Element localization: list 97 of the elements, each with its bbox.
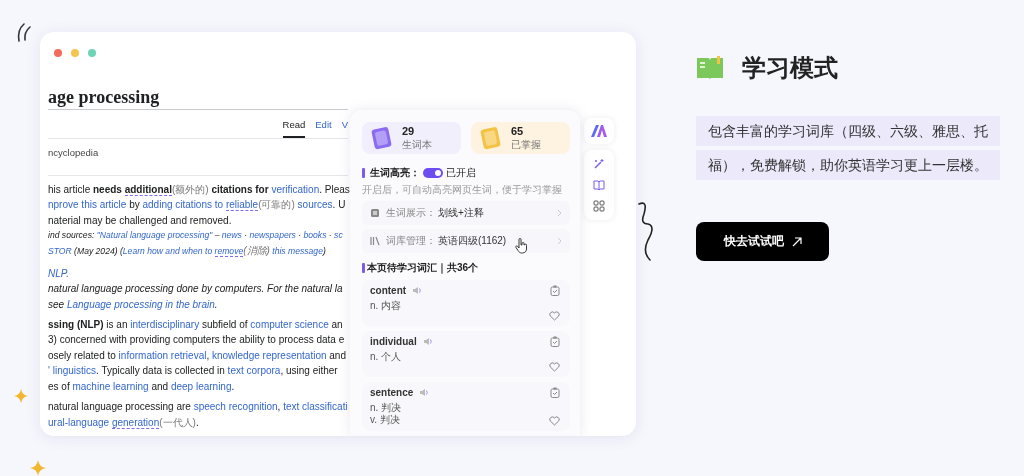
article-tab[interactable]: Edit (315, 117, 332, 139)
stat-label: 已掌握 (511, 137, 541, 152)
article-link[interactable]: knowledge representation (212, 349, 327, 361)
article-link[interactable]: books (303, 230, 327, 241)
clipboard-check-icon (549, 336, 560, 347)
article-link[interactable]: deep learning (170, 380, 232, 392)
section-marker (362, 263, 365, 273)
setting-value: 英语四级(1162) (438, 234, 507, 248)
toggle-switch[interactable] (423, 168, 443, 178)
article-line: ural-language generation(一代人). (48, 415, 200, 430)
section-title: 本页待学习词汇｜共36个 (367, 261, 479, 275)
article-line: ' linguistics. Typically data is collected in text corpora, using either (48, 364, 339, 379)
window-dot (71, 49, 79, 57)
stat-count: 65 (511, 124, 525, 138)
word-definition: n. 判决 (370, 402, 403, 414)
article-link[interactable]: machine learning (72, 380, 149, 392)
clipboard-check-icon (549, 387, 560, 398)
sparkle-icon (14, 389, 28, 403)
article-line: es of machine learning and deep learning. (48, 379, 236, 394)
chevron-icon (557, 237, 562, 245)
article-link[interactable]: STOR (48, 246, 72, 257)
article-line: see Language processing in the brain. (48, 297, 219, 312)
article-link[interactable]: generation (111, 416, 160, 429)
hand-cursor-icon (515, 238, 529, 254)
article-link[interactable]: nprove this article (48, 199, 127, 211)
setting-row[interactable]: 词库管理： 英语四级(1162) (362, 229, 570, 253)
heart-icon (549, 416, 560, 426)
article-link[interactable]: adding citations to (142, 199, 226, 211)
logo-icon (591, 125, 607, 137)
article-link[interactable]: sc (334, 230, 343, 241)
article-line: naterial may be challenged and removed. (48, 213, 233, 228)
article-line: osely related to information retrieval, knowledge representation and (48, 348, 347, 363)
section-marker (362, 168, 365, 178)
stat-card[interactable]: 65 已掌握 (471, 122, 570, 154)
swirl-icon (16, 22, 32, 42)
article-tab[interactable]: Read (282, 117, 306, 139)
setting-value: 划线+注释 (438, 206, 484, 220)
article-link[interactable]: ural-language (48, 416, 112, 428)
hint-text: 开启后，可自动高亮网页生词，便于学习掌握 (362, 183, 563, 197)
article-tab[interactable]: V (341, 117, 348, 139)
book-icon (696, 56, 724, 80)
article-link[interactable]: "Natural language processing" (96, 230, 213, 241)
article-link[interactable]: text classificati (283, 401, 348, 413)
article-line: natural language processing done by computers. For the natural la (48, 282, 344, 297)
setting-label: 生词展示： (386, 206, 436, 220)
article-link[interactable]: reliable (225, 199, 259, 212)
app-logo[interactable] (584, 118, 614, 144)
article-link[interactable]: interdisciplinary (130, 319, 200, 331)
grid-icon (593, 200, 605, 212)
article-title: age processing (48, 90, 348, 111)
display-icon (370, 208, 380, 218)
sparkle-icon (30, 460, 46, 476)
speaker-icon (419, 388, 430, 397)
heart-icon (549, 311, 560, 321)
arrow-icon (791, 236, 802, 247)
article-line: his article needs additional(额外的) citations for verification. Pleas (48, 182, 348, 198)
article-line: natural language processing are speech recognition, text classificati (48, 400, 348, 415)
heart-icon (549, 362, 560, 372)
book-icon (593, 179, 605, 191)
speaker-icon (422, 337, 433, 346)
toggle-status: 已开启 (446, 166, 476, 180)
article-link[interactable]: Language processing in the brain (66, 298, 215, 310)
word-definition: n. 内容 (370, 300, 403, 312)
article-line: nprove this article by adding citations to reliable(可靠的) sources. U (48, 198, 347, 213)
magic-wand-icon (593, 158, 605, 170)
setting-label: 词库管理： (386, 234, 436, 248)
speaker-icon (412, 286, 423, 295)
clipboard-check-icon (549, 285, 560, 296)
library-icon (370, 236, 380, 246)
feature-title: 学习模式 (742, 53, 838, 83)
article-link[interactable]: newspapers (249, 230, 296, 241)
article-subtitle: ncyclopedia (48, 146, 100, 161)
word-text: sentence (370, 387, 414, 398)
stat-count: 29 (402, 124, 416, 138)
stat-label: 生词本 (402, 137, 432, 152)
word-definition: n. 个人 (370, 351, 403, 363)
chevron-icon (557, 209, 562, 217)
article-link[interactable]: speech recognition (193, 401, 278, 413)
try-now-button[interactable]: 快去试试吧 (696, 222, 829, 261)
setting-label: 生词高亮： (370, 166, 420, 180)
article-line: 3) concerned with providing computers the ability to process data e (48, 333, 346, 348)
article-line: ssing (NLP) is an interdisciplinary subfield of computer science an (48, 318, 344, 333)
setting-row[interactable]: 生词展示： 划线+注释 (362, 201, 570, 225)
article-link[interactable]: remove (214, 246, 244, 258)
article-line: STOR (May 2024) (Learn how and when to remove(消除) this message) (48, 244, 327, 260)
stat-card[interactable]: 29 生词本 (362, 122, 461, 154)
word-definition: v. 判决 (370, 414, 401, 426)
word-text: content (370, 285, 407, 296)
article-link[interactable]: sources (294, 199, 333, 211)
article-link[interactable]: computer science (250, 319, 329, 331)
article-line: ind sources: "Natural language processing" – news · newspapers · books · sc (48, 229, 344, 243)
window-dot (88, 49, 96, 57)
window-dot (54, 49, 62, 57)
article-link[interactable]: this message (269, 246, 323, 257)
word-text: individual (370, 336, 417, 347)
article-link[interactable]: NLP. (48, 265, 348, 282)
article-link[interactable]: news (221, 230, 242, 241)
